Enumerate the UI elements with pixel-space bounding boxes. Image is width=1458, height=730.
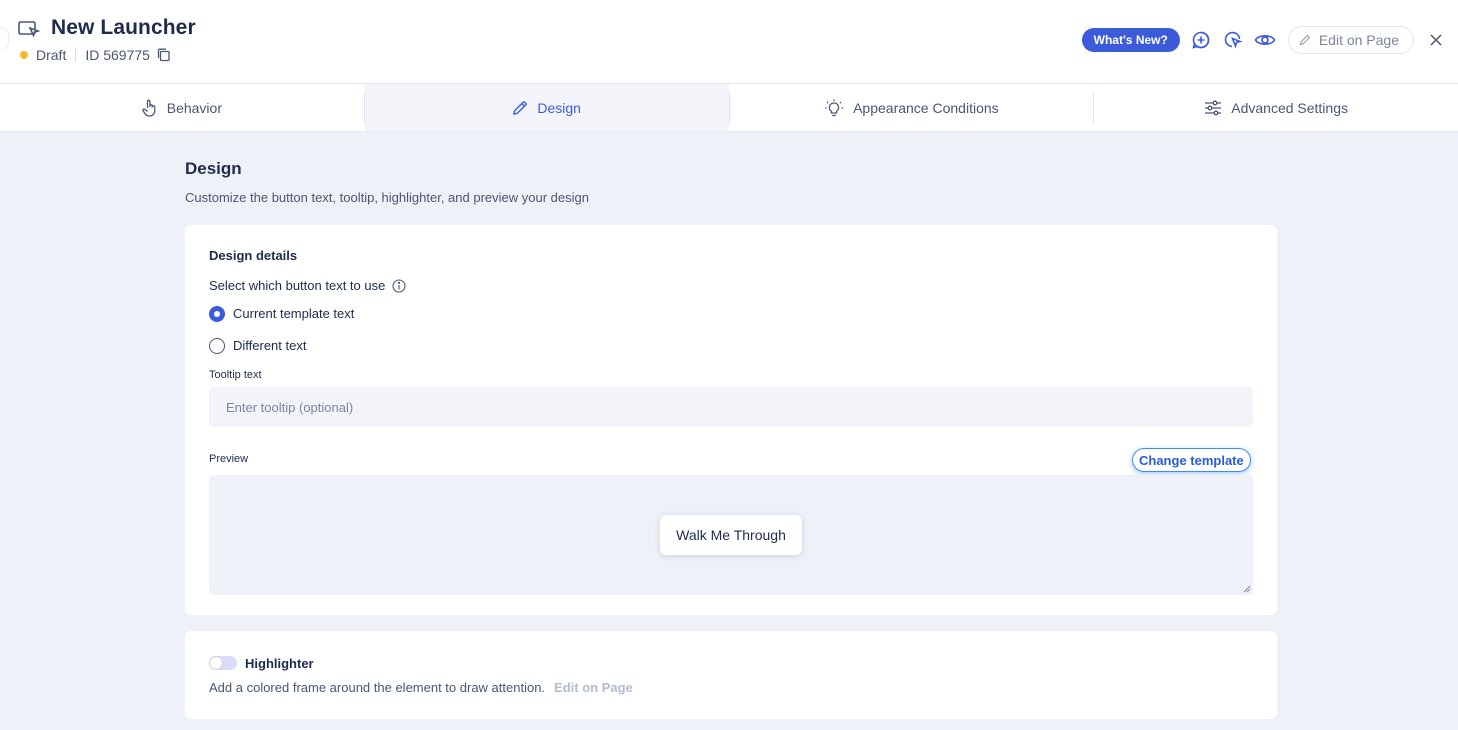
status-dot-icon (20, 51, 28, 59)
change-template-button[interactable]: Change template (1132, 448, 1251, 472)
header-actions: What's New? Edit on Page (1081, 26, 1444, 54)
id-label: ID 569775 (85, 47, 150, 63)
info-icon[interactable] (392, 278, 406, 293)
preview-eye-icon[interactable] (1254, 29, 1276, 51)
tab-behavior-label: Behavior (166, 99, 222, 116)
whats-new-button[interactable]: What's New? (1081, 28, 1180, 52)
page-title: New Launcher (51, 16, 196, 39)
tab-advanced-label: Advanced Settings (1231, 99, 1348, 116)
close-icon[interactable] (1428, 32, 1444, 48)
highlighter-toggle[interactable] (209, 656, 237, 670)
cursor-refresh-icon[interactable] (1222, 29, 1244, 51)
tab-appearance-label: Appearance Conditions (853, 99, 999, 116)
design-details-title: Design details (209, 248, 298, 263)
status-label: Draft (36, 47, 67, 63)
tab-design-label: Design (537, 99, 581, 116)
add-comment-icon[interactable] (1190, 29, 1212, 51)
highlighter-edit-on-page-link[interactable]: Edit on Page (554, 680, 633, 695)
section-title: Design (185, 159, 242, 178)
hand-pointer-icon (142, 99, 156, 117)
header: New Launcher Draft ID 569775 What's New? (0, 0, 1458, 84)
lightbulb-icon (825, 99, 844, 116)
preview-area: Walk Me Through (209, 475, 1253, 595)
edit-on-page-button[interactable]: Edit on Page (1287, 26, 1414, 54)
resize-handle-icon[interactable] (1243, 585, 1251, 593)
radio-different-text-label: Different text (233, 338, 307, 353)
highlighter-description-row: Add a colored frame around the element t… (209, 680, 633, 695)
divider (75, 48, 77, 62)
design-details-card: Design details Select which button text … (185, 225, 1277, 615)
tab-appearance-conditions[interactable]: Appearance Conditions (730, 84, 1094, 131)
tab-bar: Behavior Design Appearance Conditions Ad… (0, 84, 1458, 132)
panel-back-button[interactable] (0, 28, 8, 50)
button-text-question-label: Select which button text to use (209, 278, 386, 293)
preview-launcher-button[interactable]: Walk Me Through (660, 515, 802, 555)
preview-label: Preview (209, 453, 249, 465)
tab-behavior[interactable]: Behavior (0, 84, 364, 131)
pencil-icon (513, 100, 527, 115)
pencil-icon (1299, 34, 1311, 46)
radio-different-text[interactable] (209, 338, 225, 354)
launcher-icon (18, 21, 40, 38)
tab-design[interactable]: Design (364, 84, 729, 131)
radio-current-template-text[interactable] (209, 306, 225, 322)
tab-advanced-settings[interactable]: Advanced Settings (1094, 84, 1458, 131)
copy-icon[interactable] (157, 48, 171, 62)
edit-on-page-label: Edit on Page (1318, 32, 1399, 48)
button-text-question: Select which button text to use (209, 278, 406, 293)
highlighter-description: Add a colored frame around the element t… (209, 680, 546, 695)
sliders-icon (1205, 100, 1222, 115)
status-row: Draft ID 569775 (20, 46, 171, 64)
highlighter-label: Highlighter (245, 656, 314, 671)
tooltip-input[interactable] (209, 387, 1253, 427)
radio-current-template-label: Current template text (233, 306, 355, 321)
highlighter-card: Highlighter Add a colored frame around t… (185, 631, 1277, 719)
tooltip-text-label: Tooltip text (209, 369, 262, 381)
section-subtitle: Customize the button text, tooltip, high… (185, 190, 589, 205)
